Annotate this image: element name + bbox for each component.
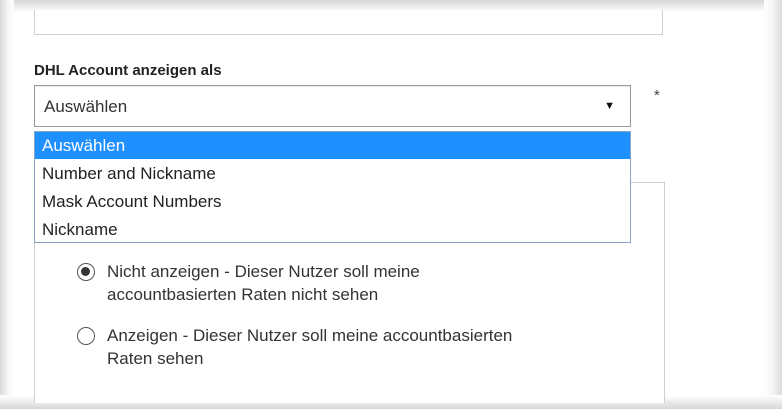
radio-label-line2: accountbasierten Raten nicht sehen	[107, 285, 379, 304]
radio-label-line1: Anzeigen - Dieser Nutzer soll meine acco…	[107, 326, 513, 345]
frame-shadow-left	[0, 0, 14, 409]
account-display-label: DHL Account anzeigen als	[34, 62, 222, 79]
previous-field[interactable]	[34, 10, 663, 35]
caret-down-icon: ▼	[604, 100, 615, 112]
frame-shadow-right	[764, 0, 782, 409]
dropdown-option-nickname[interactable]: Nickname	[35, 216, 630, 243]
dropdown-option-mask-account-numbers[interactable]: Mask Account Numbers	[35, 188, 630, 215]
dropdown-option-number-and-nickname[interactable]: Number and Nickname	[35, 160, 630, 187]
form-page: DHL Account anzeigen als Auswählen ▼ * N…	[14, 10, 764, 403]
account-display-select[interactable]: Auswählen ▼	[34, 85, 631, 127]
account-display-dropdown-list: Auswählen Number and Nickname Mask Accou…	[34, 131, 631, 243]
radio-label-line1: Nicht anzeigen - Dieser Nutzer soll mein…	[107, 262, 420, 281]
dropdown-option-auswaehlen[interactable]: Auswählen	[35, 132, 630, 159]
radio-button-unchecked[interactable]	[77, 327, 95, 345]
select-value: Auswählen	[44, 97, 128, 116]
radio-option-label: Anzeigen - Dieser Nutzer soll meine acco…	[107, 324, 667, 370]
radio-label-line2: Raten sehen	[107, 349, 204, 368]
radio-option-label: Nicht anzeigen - Dieser Nutzer soll mein…	[107, 260, 667, 306]
radio-button-checked[interactable]	[77, 263, 95, 281]
required-marker: *	[654, 87, 660, 104]
